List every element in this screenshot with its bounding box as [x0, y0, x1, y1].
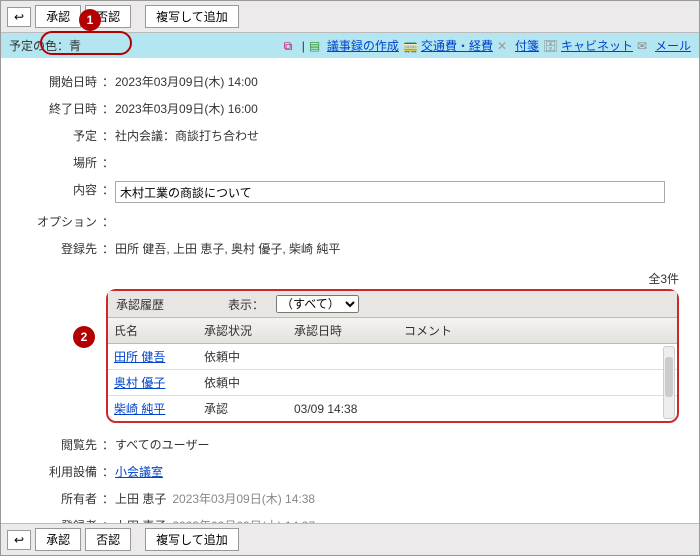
user-link[interactable]: 田所 健吾	[114, 350, 165, 364]
approve-button[interactable]: 承認	[35, 5, 81, 28]
color-bar: 予定の色：青 ⧉ | ▤ 議事録の作成 🚃 交通費・経費 ✕ 付箋 🗄 キャビネ…	[1, 33, 699, 58]
status-cell: 承認	[198, 396, 288, 421]
history-filter-select[interactable]: （すべて）	[276, 295, 359, 313]
approve-button-bottom[interactable]: 承認	[35, 528, 81, 551]
date-cell: 03/09 14:38	[288, 398, 398, 420]
history-count: 全3件	[1, 270, 699, 287]
cabinet-icon: 🗄	[543, 39, 557, 53]
colorbar-links: ⧉ | ▤ 議事録の作成 🚃 交通費・経費 ✕ 付箋 🗄 キャビネット ✉ メー…	[284, 37, 691, 54]
cabinet-link[interactable]: キャビネット	[561, 37, 633, 54]
reject-button-bottom[interactable]: 否認	[85, 528, 131, 551]
table-row: 田所 健吾 依頼中	[108, 344, 677, 370]
label-place: 場所	[21, 154, 101, 171]
status-cell: 依頼中	[198, 344, 288, 369]
label-content: 内容	[21, 181, 101, 198]
table-row: 奥村 優子 依頼中	[108, 370, 677, 396]
history-filter-label: 表示：	[228, 296, 264, 313]
col-date: 承認日時	[288, 318, 398, 343]
value-viewers: すべてのユーザー	[115, 436, 679, 453]
history-title: 承認履歴	[116, 296, 164, 313]
value-start: 2023年03月09日(木) 14:00	[115, 73, 679, 90]
bottom-toolbar: ↩ 承認 否認 複写して追加	[1, 523, 699, 555]
label-facility: 利用設備	[21, 463, 101, 480]
value-assignee: 田所 健吾, 上田 恵子, 奥村 優子, 柴崎 純平	[115, 240, 679, 257]
label-owner: 所有者	[21, 490, 101, 507]
expense-icon: 🚃	[403, 39, 417, 53]
sticky-link[interactable]: 付箋	[515, 37, 539, 54]
label-end: 終了日時	[21, 100, 101, 117]
link-icon: ⧉	[284, 39, 298, 53]
history-columns: 氏名 承認状況 承認日時 コメント	[108, 318, 677, 344]
comment-cell	[398, 379, 677, 387]
owner-name: 上田 恵子	[115, 492, 166, 506]
approval-history-panel: 承認履歴 表示： （すべて） 氏名 承認状況 承認日時 コメント 田所 健吾 依…	[106, 289, 679, 423]
content-input[interactable]	[115, 181, 665, 203]
annotation-marker-1: 1	[79, 9, 101, 31]
label-viewers: 閲覧先	[21, 436, 101, 453]
history-body: 田所 健吾 依頼中 奥村 優子 依頼中 柴崎 純平 承認 03/09 14:38	[108, 344, 677, 421]
minutes-link[interactable]: 議事録の作成	[327, 37, 399, 54]
mail-link[interactable]: メール	[655, 37, 691, 54]
back-button[interactable]: ↩	[7, 7, 31, 27]
top-toolbar: ↩ 承認 否認 複写して追加	[1, 1, 699, 33]
minutes-icon: ▤	[309, 39, 323, 53]
annotation-marker-2: 2	[73, 326, 95, 348]
date-cell	[288, 353, 398, 361]
facility-link[interactable]: 小会議室	[115, 465, 163, 479]
details-area: 開始日時： 2023年03月09日(木) 14:00 終了日時： 2023年03…	[1, 58, 699, 266]
comment-cell	[398, 353, 677, 361]
owner-time: 2023年03月09日(木) 14:38	[172, 492, 315, 506]
user-link[interactable]: 柴崎 純平	[114, 402, 165, 416]
label-assignee: 登録先	[21, 240, 101, 257]
value-plan: 社内会議：商談打ち合わせ	[115, 127, 679, 144]
col-comment: コメント	[398, 318, 677, 343]
col-status: 承認状況	[198, 318, 288, 343]
expense-link[interactable]: 交通費・経費	[421, 37, 493, 54]
label-plan: 予定	[21, 127, 101, 144]
date-cell	[288, 379, 398, 387]
user-link[interactable]: 奥村 優子	[114, 376, 165, 390]
value-end: 2023年03月09日(木) 16:00	[115, 100, 679, 117]
table-row: 柴崎 純平 承認 03/09 14:38	[108, 396, 677, 421]
comment-cell	[398, 405, 677, 413]
col-name: 氏名	[108, 318, 198, 343]
duplicate-button-bottom[interactable]: 複写して追加	[145, 528, 239, 551]
label-option: オプション	[21, 213, 101, 230]
label-start: 開始日時	[21, 73, 101, 90]
schedule-color-label: 予定の色：青	[9, 37, 81, 54]
back-button-bottom[interactable]: ↩	[7, 530, 31, 550]
duplicate-button[interactable]: 複写して追加	[145, 5, 239, 28]
history-scrollbar[interactable]	[663, 346, 675, 419]
status-cell: 依頼中	[198, 370, 288, 395]
mail-icon: ✉	[637, 39, 651, 53]
sticky-icon: ✕	[497, 39, 511, 53]
